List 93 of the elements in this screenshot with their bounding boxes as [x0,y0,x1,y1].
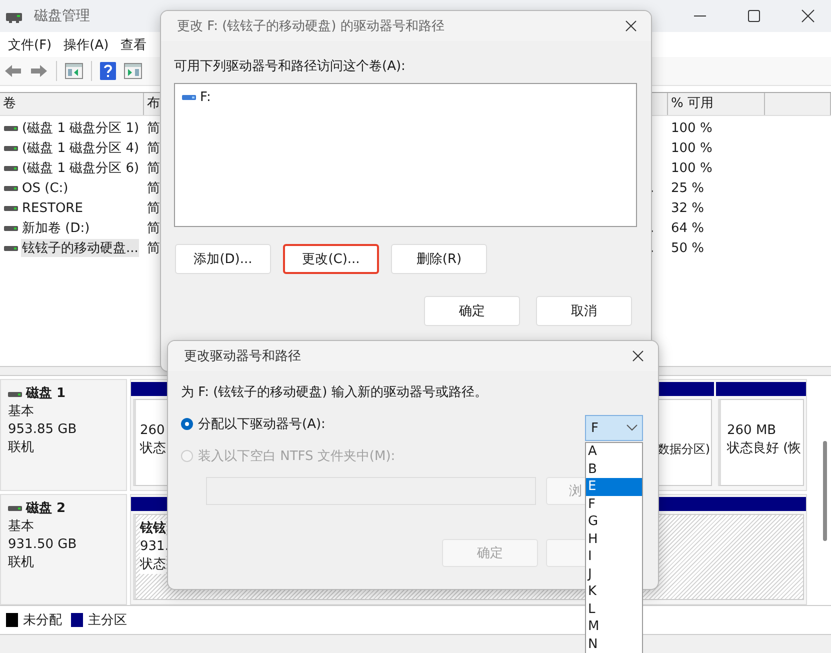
dropdown-option[interactable]: N [586,636,642,653]
dropdown-option[interactable]: I [586,548,642,566]
table-cell: 64 % [671,220,704,236]
table-cell: 25 % [671,180,704,196]
partition-label: 260 MB [727,422,776,440]
dropdown-option[interactable]: J [586,566,642,583]
drive-icon [8,392,22,396]
legend-label: 主分区 [88,612,127,629]
drive-icon [4,146,18,150]
dialog-button[interactable]: 取消 [536,296,632,326]
disk-detail: 931.50 GB [8,536,78,554]
table-cell: 简 [147,161,160,176]
dialog-title: 更改驱动器号和路径 [184,348,301,365]
table-cell: 简 [147,121,160,136]
help-icon [100,62,116,80]
partition-label: 铉铉 [140,520,166,538]
table-cell: 简 [147,141,160,156]
table-cell: 简 [147,221,160,236]
radio-label[interactable]: 分配以下驱动器号(A): [198,415,326,433]
dropdown-option[interactable]: F [586,496,642,513]
dropdown-option[interactable]: L [586,600,642,618]
table-cell: 100 % [671,120,712,136]
menu-item[interactable]: 文件(F) [4,34,56,56]
forward-arrow-icon [30,64,48,78]
dropdown-option[interactable]: A [586,443,642,460]
disk-detail: 联机 [8,554,35,572]
table-cell: 100 % [671,140,712,156]
disk-info-panel[interactable]: 磁盘 1 基本 953.85 GB 联机 [0,379,127,490]
action-button[interactable]: 添加(D)... [175,244,271,274]
table-cell: 32 % [671,200,704,216]
disk-name: 磁盘 1 [26,385,66,403]
menu-item[interactable]: 查看 [116,34,151,56]
column-header[interactable]: 卷 [0,93,144,115]
drive-icon [8,506,22,511]
drive-icon [4,126,18,130]
close-icon [632,350,644,362]
drive-icon [4,226,18,230]
partition-label: 状态良好 (恢 [727,440,802,458]
maximize-icon [747,9,761,23]
minimize-icon [693,15,707,17]
table-cell[interactable]: (磁盘 1 磁盘分区 1) [21,119,140,137]
table-cell: 50 % [671,240,704,256]
table-cell[interactable]: 新加卷 (D:) [21,219,91,237]
drive-icon [4,246,18,250]
dialog-button[interactable]: 确定 [424,296,520,326]
partition-label: 状态 [140,440,166,458]
disk-detail: 基本 [8,403,35,421]
partition-label: 状态 [140,556,166,574]
path-list[interactable]: F: [174,83,637,227]
close-icon [625,20,637,32]
list-item[interactable]: F: [200,90,211,105]
dropdown-option[interactable]: B [586,460,642,478]
disk-detail: 953.85 GB [8,421,78,439]
dialog-title: 更改 F: (铉铉子的移动硬盘) 的驱动器号和路径 [177,18,444,35]
console-tree-icon [65,63,83,79]
table-cell[interactable]: (磁盘 1 磁盘分区 4) [21,139,140,157]
list-label: 可用下列驱动器号和路径访问这个卷(A): [174,58,406,75]
menu-item[interactable]: 操作(A) [60,34,113,56]
partition-label: 260 [140,422,165,440]
scrollbar-thumb[interactable] [823,441,827,541]
table-cell: 简 [147,201,160,216]
dropdown-option[interactable]: H [586,530,642,548]
prompt-text: 为 F: (铉铉子的移动硬盘) 输入新的驱动器号或路径。 [181,384,488,401]
drive-icon [4,206,18,210]
disk-info-panel[interactable]: 磁盘 2 基本 931.50 GB 联机 [0,494,127,605]
table-cell[interactable]: OS (C:) [21,180,70,196]
dropdown-option[interactable]: G [586,513,642,530]
legend-label: 未分配 [23,612,62,629]
table-cell[interactable]: RESTORE [21,200,84,216]
close-icon [801,9,815,23]
drive-icon [182,95,196,100]
dropdown-option[interactable]: M [586,618,642,636]
dropdown-option[interactable]: K [586,583,642,600]
drive-icon [4,166,18,170]
chevron-down-icon [626,424,638,432]
table-cell[interactable]: (磁盘 1 磁盘分区 6) [21,159,140,177]
action-button[interactable]: 删除(R) [391,244,487,274]
action-button[interactable]: 更改(C)... [283,244,379,274]
back-arrow-icon [4,64,22,78]
disk-detail: 基本 [8,518,35,536]
dropdown-option[interactable]: E [586,478,642,496]
disk-name: 磁盘 2 [26,500,66,518]
radio-button[interactable] [181,418,193,430]
action-pane-icon [124,63,142,79]
disk-detail: 联机 [8,439,35,457]
window-title: 磁盘管理 [34,7,90,25]
drive-icon [4,186,18,190]
table-cell: 简 [147,181,160,196]
table-cell: 简 [147,241,160,256]
table-cell: 100 % [671,160,712,176]
table-cell[interactable]: 铉铉子的移动硬盘... [21,239,140,257]
column-header[interactable]: % 可用 [668,93,765,115]
drive-letter-dropdown[interactable]: F [585,415,643,441]
